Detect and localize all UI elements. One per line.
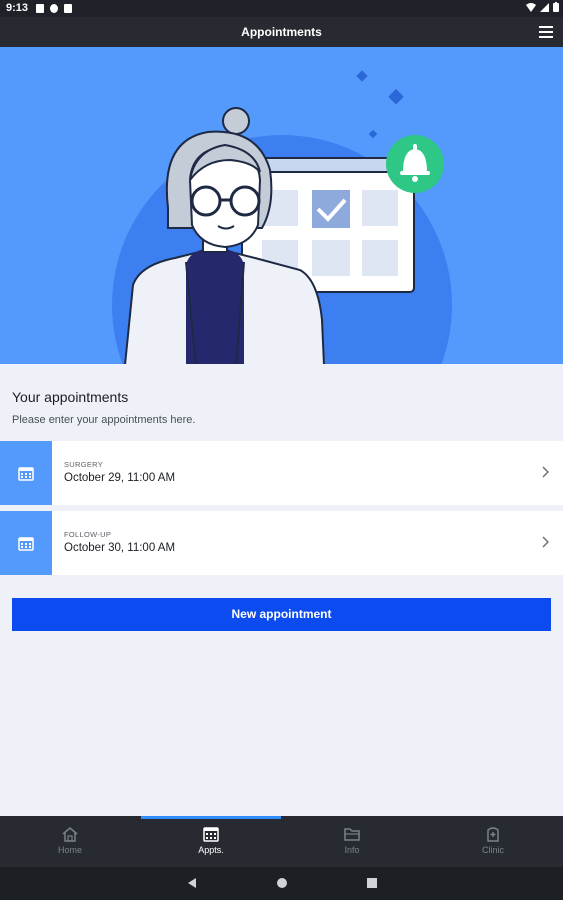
status-indicators	[526, 2, 559, 12]
page-title: Appointments	[241, 25, 322, 39]
app-bar: Appointments	[0, 17, 563, 47]
appointment-datetime: October 30, 11:00 AM	[64, 542, 176, 554]
appointment-type: FOLLOW-UP	[64, 530, 112, 539]
appointment-card[interactable]: SURGERY October 29, 11:00 AM	[0, 441, 563, 505]
clinic-icon	[487, 827, 499, 842]
system-nav-bar	[0, 867, 563, 900]
section-subtitle: Please enter your appointments here.	[12, 414, 196, 426]
home-button-icon[interactable]	[276, 877, 288, 889]
appointment-datetime: October 29, 11:00 AM	[64, 472, 176, 484]
nav-item-appts[interactable]: Appts.	[141, 816, 281, 867]
sim-icon	[64, 4, 72, 13]
home-icon	[62, 827, 78, 842]
status-time: 9:13	[6, 2, 29, 14]
chevron-right-icon	[542, 466, 549, 478]
nav-item-clinic[interactable]: Clinic	[423, 816, 563, 867]
nav-label: Info	[344, 845, 360, 855]
hero-illustration	[0, 47, 563, 364]
section-title: Your appointments	[12, 389, 129, 405]
nav-label: Appts.	[198, 845, 224, 855]
wifi-icon	[526, 2, 536, 12]
appointment-type: SURGERY	[64, 460, 104, 469]
menu-icon[interactable]	[539, 26, 553, 38]
chevron-right-icon	[542, 536, 549, 548]
folder-icon	[344, 828, 360, 841]
calendar-icon	[203, 827, 219, 842]
new-appointment-button[interactable]: New appointment	[12, 598, 551, 631]
app-notification-icon	[50, 4, 58, 13]
nav-item-home[interactable]: Home	[0, 816, 140, 867]
nav-label: Clinic	[481, 845, 504, 855]
appointment-calendar-icon	[0, 511, 52, 575]
signal-icon	[540, 2, 549, 12]
battery-icon	[553, 2, 559, 12]
notification-icon	[36, 4, 44, 13]
nav-label: Home	[57, 845, 82, 855]
recents-icon[interactable]	[366, 877, 378, 889]
back-icon[interactable]	[186, 877, 198, 889]
doctor-calendar-illustration	[112, 70, 452, 364]
nav-item-info[interactable]: Info	[282, 816, 422, 867]
bottom-nav: Home Appts. Info Clinic	[0, 816, 563, 867]
bell-icon	[386, 135, 444, 193]
appointment-card[interactable]: FOLLOW-UP October 30, 11:00 AM	[0, 511, 563, 575]
status-bar: 9:13	[0, 0, 563, 17]
appointment-calendar-icon	[0, 441, 52, 505]
